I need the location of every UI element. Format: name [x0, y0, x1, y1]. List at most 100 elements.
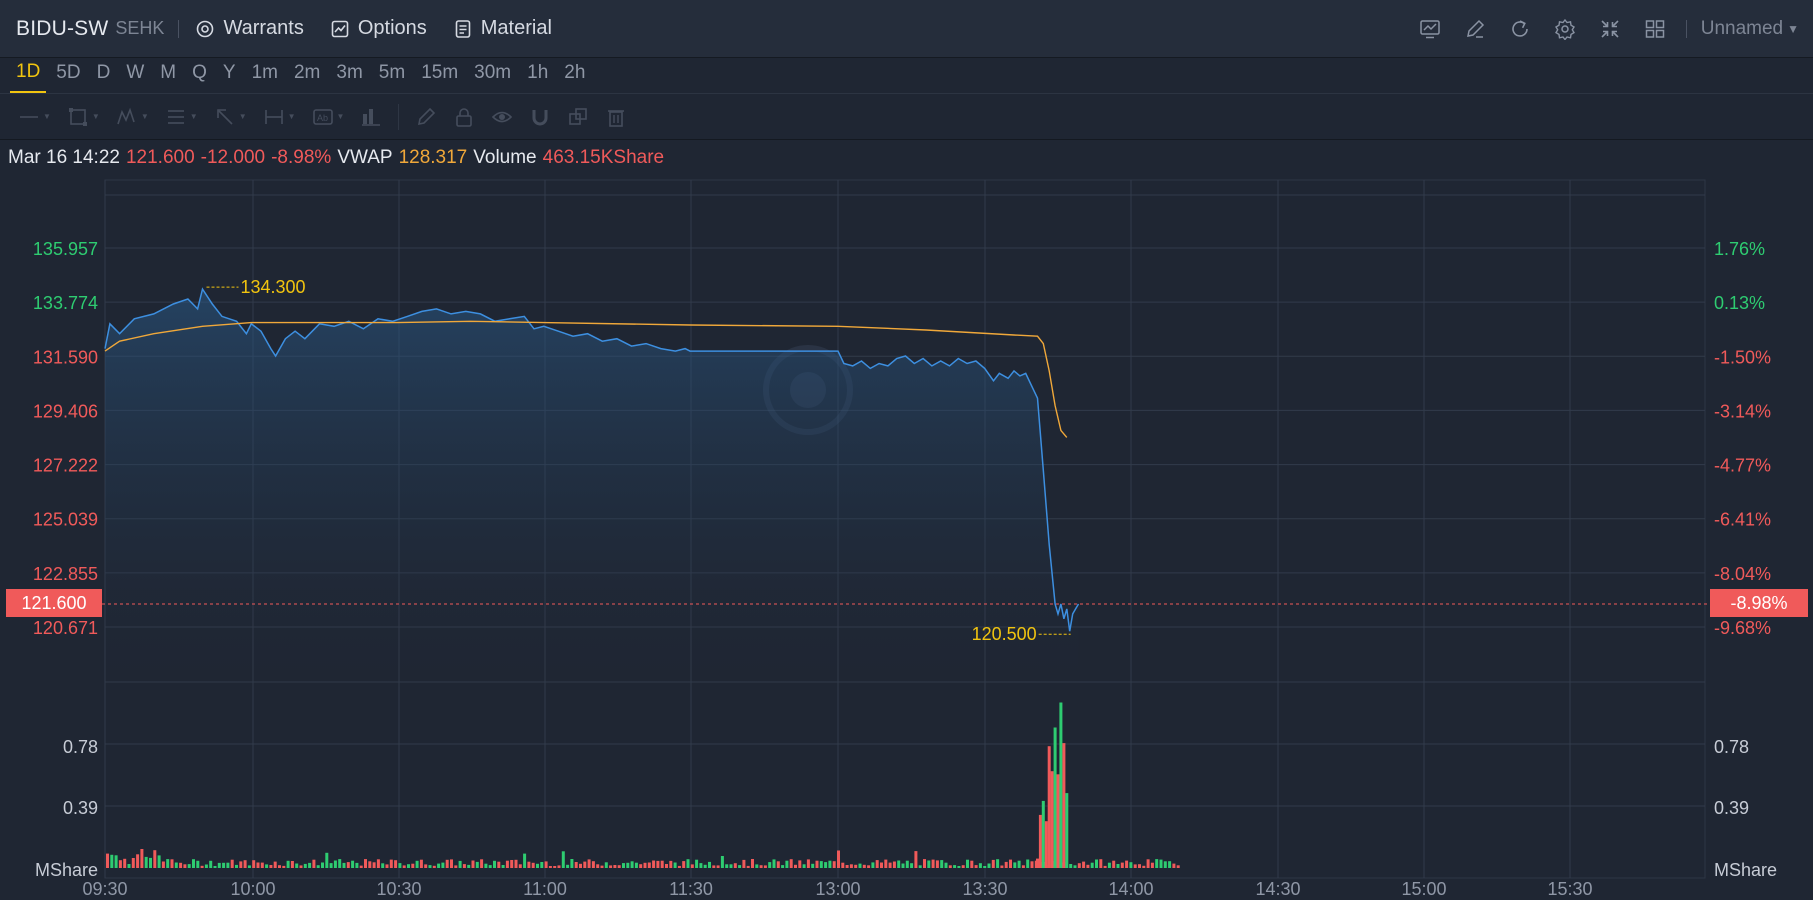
pencil-button[interactable] — [415, 106, 437, 128]
volume-bar — [170, 859, 174, 868]
volume-bar — [157, 855, 161, 868]
volume-bar — [622, 863, 625, 868]
symbol-name[interactable]: BIDU-SW — [16, 17, 108, 41]
volume-bar — [914, 851, 918, 868]
intraday-chart[interactable]: 09:30 10:00 10:30 11:00 11:30 13:00 13:30 14:00… — [0, 176, 1813, 900]
volume-bar — [604, 862, 608, 868]
volume-bar — [475, 861, 479, 868]
volume-bar — [136, 854, 140, 868]
timeframe-tab-1d[interactable]: 1D — [10, 57, 47, 93]
timeframe-tab-30m[interactable]: 30m — [468, 57, 517, 93]
volume-bar — [389, 859, 393, 868]
timeframe-tab-y[interactable]: Y — [217, 57, 242, 93]
warrants-button[interactable]: Warrants — [195, 17, 304, 40]
volume-bar — [239, 861, 243, 868]
trash-icon — [608, 109, 625, 127]
percent-axis-label: -3.14% — [1714, 401, 1771, 421]
volume-bar — [493, 860, 496, 868]
volume-bar — [497, 861, 501, 868]
time-tick-label: 09:30 — [82, 879, 127, 899]
timeframe-bar: 1D 5D D W M Q Y 1m 2m 3m 5m 15m 30m 1h 2h — [0, 58, 1813, 94]
volume-bar — [1013, 862, 1017, 868]
volume-bar — [118, 860, 122, 868]
trash-button[interactable] — [605, 106, 627, 128]
volume-bar — [174, 862, 178, 868]
volume-bar — [450, 859, 453, 868]
layout-button[interactable] — [1633, 0, 1678, 58]
drawbar-divider — [398, 103, 400, 130]
fib-tool-button[interactable]: ▼ — [165, 106, 198, 128]
timeframe-tab-15m[interactable]: 15m — [415, 57, 464, 93]
volume-bar — [1009, 859, 1012, 868]
timeframe-tab-2h[interactable]: 2h — [558, 57, 591, 93]
pattern-tool-button[interactable]: ▼ — [116, 106, 149, 128]
volume-bar — [991, 859, 995, 868]
measure-tool-button[interactable]: ▼ — [263, 106, 296, 128]
volume-bar — [1077, 863, 1081, 868]
timeframe-tab-d[interactable]: D — [91, 57, 117, 93]
line-tool-button[interactable]: ▼ — [18, 106, 51, 128]
timeframe-tab-q[interactable]: Q — [186, 57, 213, 93]
volume-bar — [720, 856, 724, 868]
volume-bar — [445, 859, 449, 868]
dropdown-caret-icon: ▼ — [43, 112, 51, 121]
timeframe-tab-m[interactable]: M — [154, 57, 182, 93]
timeframe-tab-w[interactable]: W — [120, 57, 150, 93]
draw-button[interactable] — [1453, 0, 1498, 58]
volume-bar — [940, 860, 944, 868]
quote-change-pct: -8.98% — [271, 147, 332, 168]
volume-bar — [849, 864, 853, 868]
toolbar-divider — [178, 19, 180, 38]
high-marker-label: 134.300 — [241, 277, 306, 297]
volume-bar — [269, 865, 273, 868]
volume-bar — [596, 864, 600, 868]
magnet-icon — [532, 109, 548, 125]
volume-bar — [325, 852, 329, 868]
timeframe-tab-1m[interactable]: 1m — [246, 57, 284, 93]
clone-button[interactable] — [567, 106, 589, 128]
options-button[interactable]: Options — [330, 17, 427, 40]
magnet-button[interactable] — [529, 106, 551, 128]
warrants-label: Warrants — [223, 17, 304, 39]
volume-spike-bar — [1044, 821, 1048, 868]
lock-button[interactable] — [453, 106, 475, 128]
rect-tool-button[interactable]: ▼ — [67, 106, 100, 128]
volume-spike-bar — [1062, 743, 1066, 868]
volume-bar — [462, 864, 466, 868]
volume-bar — [308, 862, 312, 868]
settings-button[interactable] — [1543, 0, 1588, 58]
volume-bar — [665, 864, 668, 868]
volume-bar — [1017, 860, 1021, 868]
volume-bar — [428, 865, 432, 868]
refresh-button[interactable] — [1498, 0, 1543, 58]
eye-button[interactable] — [491, 106, 513, 128]
material-button[interactable]: Material — [453, 17, 552, 40]
volume-bar — [342, 862, 346, 868]
bars-tool-button[interactable] — [360, 106, 382, 128]
layout-name-dropdown[interactable]: Unnamed ▼ — [1701, 18, 1799, 40]
volume-bar — [897, 860, 901, 868]
volume-bar — [824, 862, 828, 868]
volume-bar — [785, 860, 789, 868]
arrow-tool-button[interactable]: ▼ — [214, 106, 247, 128]
text-tool-button[interactable]: Ab ▼ — [312, 106, 344, 128]
timeframe-tab-5d[interactable]: 5D — [50, 57, 86, 93]
volume-bar — [213, 866, 217, 868]
price-axis-label: 129.406 — [33, 401, 98, 421]
draw-icon — [1467, 19, 1485, 38]
timeframe-tab-1h[interactable]: 1h — [521, 57, 554, 93]
timeframe-tab-5m[interactable]: 5m — [373, 57, 411, 93]
tools-divider — [1685, 20, 1687, 38]
time-tick-label: 13:00 — [815, 879, 860, 899]
price-axis-label: 135.957 — [33, 239, 98, 259]
lock-icon — [456, 107, 473, 127]
timeframe-tab-2m[interactable]: 2m — [288, 57, 326, 93]
volume-bar — [583, 861, 587, 868]
price-axis-label: 122.855 — [33, 564, 98, 584]
timeframe-tab-3m[interactable]: 3m — [330, 57, 368, 93]
volume-bar — [1125, 860, 1129, 868]
indicator-button[interactable] — [1408, 0, 1453, 58]
vwap-value: 128.317 — [398, 147, 468, 168]
volume-bar — [901, 863, 905, 868]
collapse-button[interactable] — [1588, 0, 1633, 58]
